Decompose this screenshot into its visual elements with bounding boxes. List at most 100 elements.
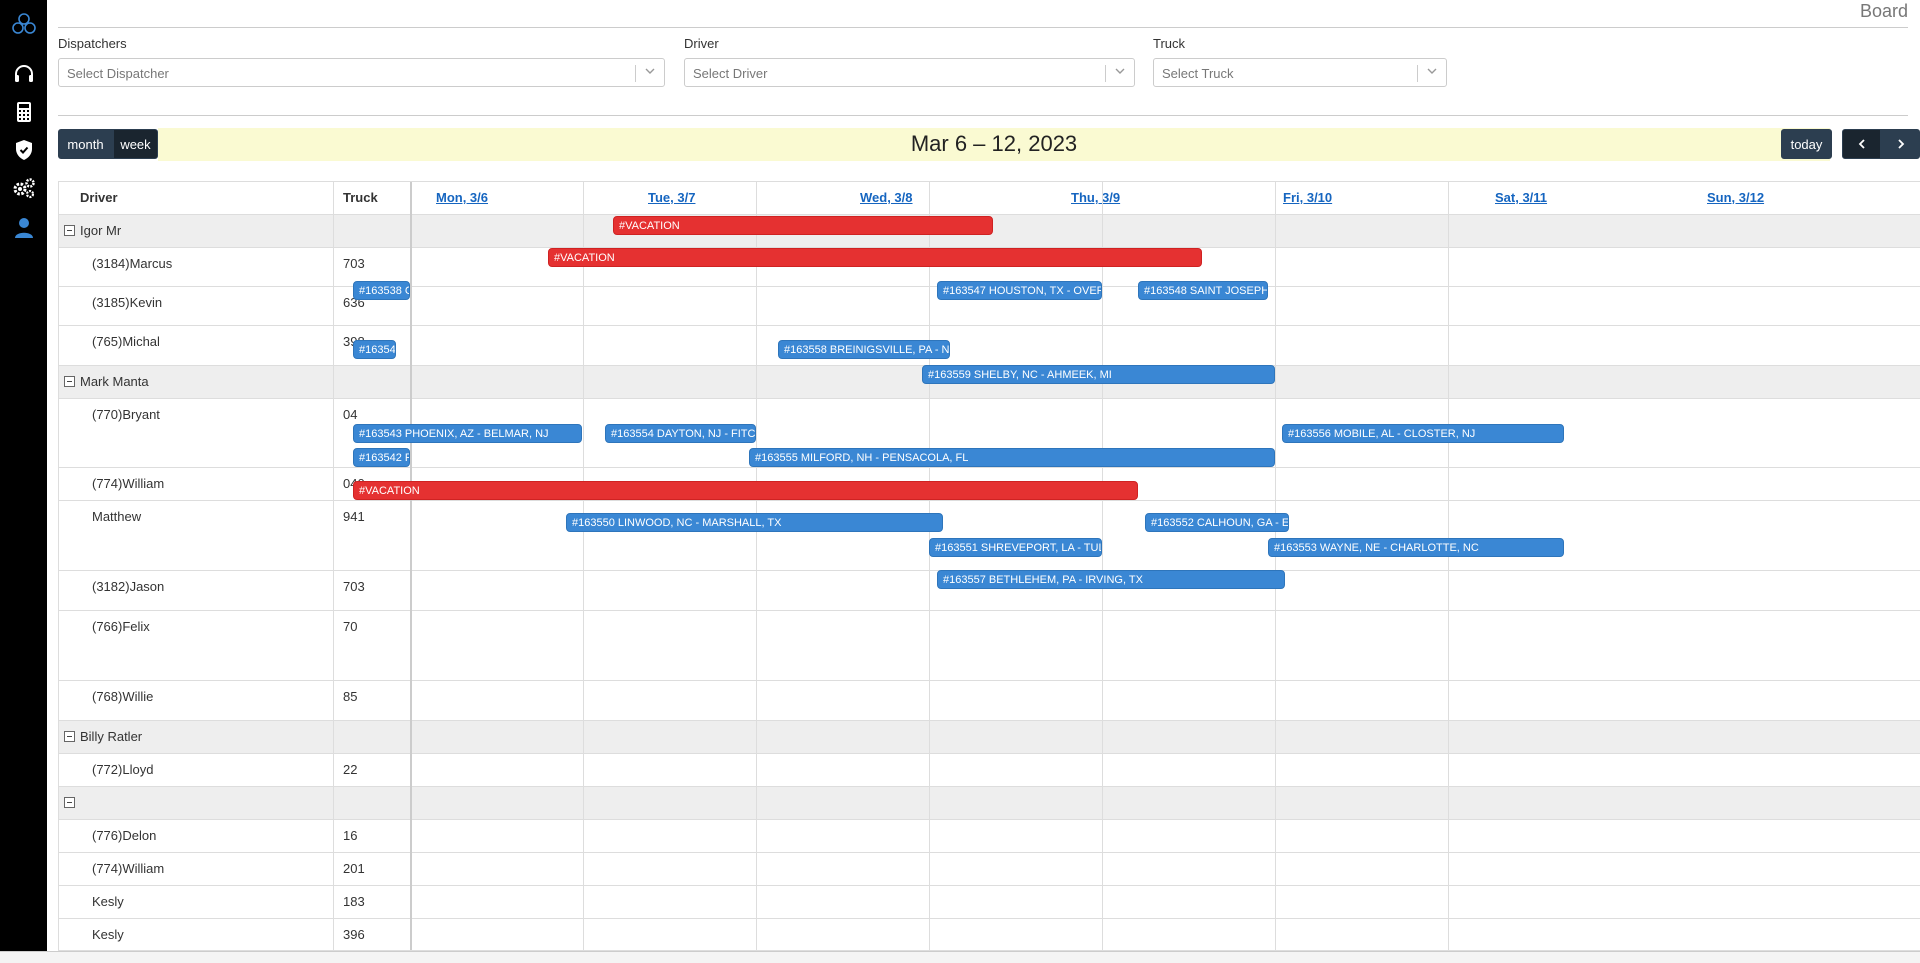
load-event[interactable]: #163558 BREINIGSVILLE, PA - NEWTON, NC: [778, 340, 950, 359]
load-event[interactable]: #163551 SHREVEPORT, LA - TULSA, OK: [929, 538, 1102, 557]
driver-name: (774)William: [92, 476, 165, 491]
driver-row: (765)Michal398: [58, 325, 1920, 365]
chevron-down-icon: [1115, 68, 1125, 74]
collapse-toggle-icon[interactable]: [64, 731, 75, 742]
day-header-sat[interactable]: Sat, 3/11: [1495, 190, 1547, 205]
load-event[interactable]: #163556 MOBILE, AL - CLOSTER, NJ: [1282, 424, 1564, 443]
scheduler-grid: Driver Truck Mon, 3/6 Tue, 3/7 Wed, 3/8 …: [58, 181, 1920, 951]
logo-icon[interactable]: [0, 6, 47, 42]
truck-number: 703: [343, 256, 365, 271]
load-event[interactable]: #163538 CO: [353, 281, 410, 300]
truck-number: 183: [343, 894, 365, 909]
driver-row: (768)Willie 85: [58, 680, 1920, 720]
driver-name: Kesly: [92, 927, 124, 942]
truck-number: 396: [343, 927, 365, 942]
headset-icon[interactable]: [0, 56, 47, 92]
load-event[interactable]: #163555 MILFORD, NH - PENSACOLA, FL: [749, 448, 1275, 467]
collapse-toggle-icon[interactable]: [64, 376, 75, 387]
day-header-fri[interactable]: Fri, 3/10: [1283, 190, 1332, 205]
divider: [1105, 65, 1106, 82]
driver-row: (774)William 201: [58, 852, 1920, 885]
grid-line: [1448, 181, 1449, 951]
next-week-button[interactable]: [1881, 129, 1920, 159]
chevron-right-icon: [1897, 139, 1904, 149]
vacation-event[interactable]: #VACATION: [548, 248, 1202, 267]
truck-select[interactable]: Select Truck: [1153, 58, 1447, 87]
load-event[interactable]: #163550 LINWOOD, NC - MARSHALL, TX: [566, 513, 943, 532]
driver-name: (3184)Marcus: [92, 256, 173, 271]
driver-filter: Driver Select Driver: [684, 36, 1135, 87]
truck-label: Truck: [1153, 36, 1186, 51]
calendar-toolbar: Mar 6 – 12, 2023 month week today: [58, 128, 1920, 161]
load-event[interactable]: #163547 HOUSTON, TX - OVERBROOK, K: [937, 281, 1102, 300]
driver-name: (774)William: [92, 861, 165, 876]
day-header-thu[interactable]: Thu, 3/9: [1071, 190, 1120, 205]
gears-icon[interactable]: [0, 170, 47, 206]
truck-number: 941: [343, 509, 365, 524]
chevron-left-icon: [1858, 139, 1865, 149]
driver-name: (770)Bryant: [92, 407, 160, 422]
load-event[interactable]: #163559 SHELBY, NC - AHMEEK, MI: [922, 365, 1275, 384]
grid-line: [1275, 181, 1276, 951]
driver-name: (768)Willie: [92, 689, 154, 704]
divider: [58, 27, 1908, 28]
group-row: Billy Ratler: [58, 720, 1920, 753]
week-view-button[interactable]: week: [113, 129, 158, 159]
title-band: Mar 6 – 12, 2023: [158, 128, 1830, 161]
load-event[interactable]: #163542 PH: [353, 448, 410, 467]
prev-week-button[interactable]: [1842, 129, 1881, 159]
page-title: Board: [1859, 1, 1908, 21]
horizontal-scrollbar[interactable]: [0, 951, 1920, 963]
vacation-event[interactable]: #VACATION: [353, 481, 1138, 500]
driver-name: (3182)Jason: [92, 579, 165, 594]
load-event[interactable]: #163554 DAYTON, NJ - FITCHBURG, M: [605, 424, 756, 443]
truck-placeholder: Select Truck: [1162, 66, 1234, 81]
load-event[interactable]: #163546: [353, 340, 396, 359]
dispatcher-select[interactable]: Select Dispatcher: [58, 58, 665, 87]
driver-name: (765)Michal: [92, 334, 160, 349]
load-event[interactable]: #163557 BETHLEHEM, PA - IRVING, TX: [937, 570, 1285, 589]
date-range-title: Mar 6 – 12, 2023: [910, 131, 1078, 156]
driver-row: (776)Delon 16: [58, 819, 1920, 852]
day-header-tue[interactable]: Tue, 3/7: [648, 190, 695, 205]
dispatcher-placeholder: Select Dispatcher: [67, 66, 169, 81]
truck-filter: Truck Select Truck: [1153, 36, 1447, 87]
load-event[interactable]: #163548 SAINT JOSEPH, MO - M: [1138, 281, 1268, 300]
main-area: Board Dispatchers Select Dispatcher Driv…: [47, 0, 1920, 963]
load-event[interactable]: #163552 CALHOUN, GA - ELKHORN: [1145, 513, 1289, 532]
day-header-wed[interactable]: Wed, 3/8: [860, 190, 913, 205]
truck-number: 16: [343, 828, 358, 843]
day-header-sun[interactable]: Sun, 3/12: [1707, 190, 1764, 205]
calculator-icon[interactable]: [0, 94, 47, 130]
driver-row: (772)Lloyd 22: [58, 753, 1920, 786]
group-name: Mark Manta: [80, 374, 149, 389]
load-event[interactable]: #163543 PHOENIX, AZ - BELMAR, NJ: [353, 424, 582, 443]
driver-placeholder: Select Driver: [693, 66, 768, 81]
group-name: Billy Ratler: [80, 729, 143, 744]
vacation-event[interactable]: #VACATION: [613, 216, 993, 235]
shield-icon[interactable]: [0, 132, 47, 168]
collapse-toggle-icon[interactable]: [64, 797, 75, 808]
day-header-mon[interactable]: Mon, 3/6: [436, 190, 488, 205]
driver-name: (766)Felix: [92, 619, 150, 634]
user-icon[interactable]: [0, 210, 47, 246]
grid-line: [756, 181, 757, 951]
truck-number: 04: [343, 407, 358, 422]
driver-row: Kesly 396: [58, 918, 1920, 951]
today-button[interactable]: today: [1781, 129, 1832, 159]
chevron-down-icon: [1427, 68, 1437, 74]
month-view-button[interactable]: month: [58, 129, 113, 159]
grid-line: [929, 181, 930, 951]
truck-number: 85: [343, 689, 358, 704]
divider: [58, 115, 1908, 116]
driver-column-header: Driver: [80, 190, 118, 205]
driver-label: Driver: [684, 36, 719, 51]
driver-select[interactable]: Select Driver: [684, 58, 1135, 87]
grid-line: [410, 181, 412, 951]
grid-line: [1102, 181, 1103, 951]
chevron-down-icon: [645, 68, 655, 74]
truck-number: 201: [343, 861, 365, 876]
load-event[interactable]: #163553 WAYNE, NE - CHARLOTTE, NC: [1268, 538, 1564, 557]
driver-row: Matthew 941: [58, 500, 1920, 570]
collapse-toggle-icon[interactable]: [64, 225, 75, 236]
